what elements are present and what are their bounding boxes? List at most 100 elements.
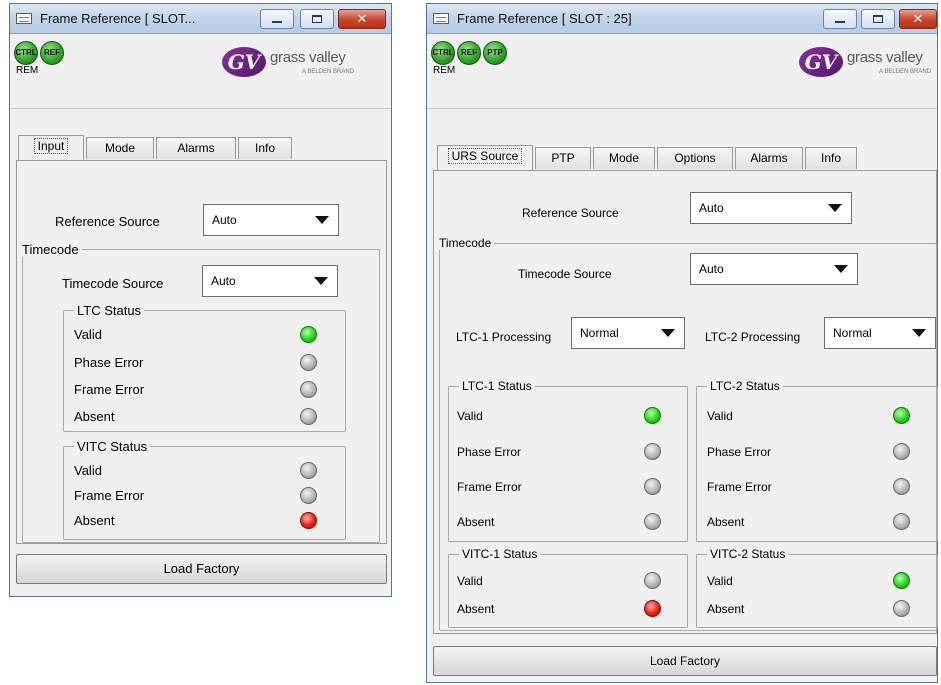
ltc-phase-error-led: [300, 354, 317, 371]
right-window: Frame Reference [ SLOT : 25] ✕ CTRL REF …: [426, 3, 938, 683]
minimize-button[interactable]: [823, 9, 857, 29]
ltc-frame-error-led: [300, 381, 317, 398]
chevron-down-icon: [912, 329, 926, 337]
vitc2-absent-label: Absent: [707, 602, 745, 616]
vitc1-absent-led: [644, 600, 661, 617]
grass-valley-logo: GV grass valley A BELDEN BRAND: [222, 45, 382, 79]
ltc1-frame-error-led: [644, 478, 661, 495]
tab-info[interactable]: Info: [238, 137, 292, 159]
ltc-frame-error-label: Frame Error: [74, 382, 145, 397]
reference-source-dropdown[interactable]: Auto: [690, 192, 852, 224]
tab-options[interactable]: Options: [657, 147, 733, 169]
ltc1-absent-led: [644, 513, 661, 530]
timecode-group: Timecode Timecode Source Auto LTC-1 Proc…: [436, 236, 938, 631]
timecode-source-dropdown[interactable]: Auto: [202, 265, 338, 297]
vitc1-status-group: VITC-1 Status Valid Absent: [448, 547, 688, 628]
vitc-frame-error-label: Frame Error: [74, 488, 145, 503]
ltc-absent-led: [300, 408, 317, 425]
ltc1-valid-led: [644, 407, 661, 424]
logo-name: grass valley: [270, 49, 346, 66]
window-icon: [433, 13, 449, 24]
tab-info[interactable]: Info: [805, 147, 857, 169]
maximize-button[interactable]: [861, 9, 895, 29]
ltc-status-group: LTC Status Valid Phase Error Frame Error…: [63, 303, 346, 432]
timecode-group-title: Timecode: [19, 242, 82, 257]
ref-badge: REF: [40, 41, 64, 65]
ctrl-badge: CTRL: [14, 41, 38, 65]
tab-mode[interactable]: Mode: [593, 147, 655, 169]
chevron-down-icon: [314, 277, 328, 285]
reference-source-label: Reference Source: [55, 214, 160, 229]
vitc-frame-error-led: [300, 487, 317, 504]
vitc-absent-led: [300, 512, 317, 529]
tab-alarms[interactable]: Alarms: [156, 137, 236, 159]
timecode-source-dropdown[interactable]: Auto: [690, 253, 858, 285]
ptp-badge: PTP: [483, 41, 507, 65]
ltc-absent-label: Absent: [74, 409, 115, 424]
close-button[interactable]: ✕: [899, 9, 937, 29]
vitc-status-group: VITC Status Valid Frame Error Absent: [63, 439, 346, 540]
ltc2-absent-label: Absent: [707, 515, 745, 529]
ltc2-frame-error-led: [893, 478, 910, 495]
ref-badge: REF: [457, 41, 481, 65]
logo-sub: A BELDEN BRAND: [879, 69, 932, 75]
left-titlebar[interactable]: Frame Reference [ SLOT... ✕: [10, 4, 391, 34]
ctrl-badge: CTRL: [431, 41, 455, 65]
timecode-group: Timecode Timecode Source Auto LTC Status…: [19, 242, 380, 543]
ltc2-processing-dropdown[interactable]: Normal: [824, 317, 936, 349]
left-window-title: Frame Reference [ SLOT...: [40, 11, 196, 26]
tab-urs-source[interactable]: URS Source: [437, 145, 533, 170]
chevron-down-icon: [315, 216, 329, 224]
tab-input[interactable]: Input: [18, 135, 84, 160]
vitc-absent-label: Absent: [74, 513, 115, 528]
right-status-ribbon: CTRL REF PTP REM GV grass valley A BELDE…: [427, 35, 937, 109]
vitc-status-title: VITC Status: [74, 439, 151, 454]
load-factory-button[interactable]: Load Factory: [433, 646, 937, 676]
ltc2-processing-label: LTC-2 Processing: [705, 330, 801, 344]
ltc-phase-error-label: Phase Error: [74, 355, 144, 370]
ltc-status-title: LTC Status: [74, 303, 145, 318]
left-window: Frame Reference [ SLOT... ✕ CTRL REF REM…: [9, 3, 392, 597]
vitc1-valid-led: [644, 572, 661, 589]
ltc1-phase-error-label: Phase Error: [457, 445, 522, 459]
reference-source-dropdown[interactable]: Auto: [203, 204, 339, 236]
reference-source-label: Reference Source: [522, 206, 619, 220]
window-icon: [16, 13, 32, 24]
gv-logo-icon: GV: [222, 47, 266, 77]
minimize-button[interactable]: [260, 9, 294, 29]
logo-sub: A BELDEN BRAND: [302, 69, 355, 75]
ltc2-absent-led: [893, 513, 910, 530]
logo-name: grass valley: [847, 49, 923, 66]
vitc1-absent-label: Absent: [457, 602, 495, 616]
grass-valley-logo: GV grass valley A BELDEN BRAND: [799, 45, 941, 79]
load-factory-button[interactable]: Load Factory: [16, 554, 387, 584]
vitc1-valid-label: Valid: [457, 574, 483, 588]
gv-logo-icon: GV: [799, 47, 843, 77]
tab-mode[interactable]: Mode: [86, 137, 154, 159]
ltc1-frame-error-label: Frame Error: [457, 480, 522, 494]
vitc-valid-label: Valid: [74, 463, 102, 478]
tab-alarms[interactable]: Alarms: [735, 147, 803, 169]
right-window-title: Frame Reference [ SLOT : 25]: [457, 11, 632, 26]
ltc1-valid-label: Valid: [457, 409, 483, 423]
ltc1-processing-dropdown[interactable]: Normal: [571, 317, 685, 349]
vitc1-status-title: VITC-1 Status: [459, 547, 541, 561]
right-titlebar[interactable]: Frame Reference [ SLOT : 25] ✕: [427, 4, 937, 34]
ltc2-valid-led: [893, 407, 910, 424]
rem-label: REM: [16, 65, 39, 76]
chevron-down-icon: [661, 329, 675, 337]
ltc1-processing-label: LTC-1 Processing: [456, 330, 552, 344]
ltc1-status-title: LTC-1 Status: [459, 379, 535, 393]
left-input-panel: Reference Source Auto Timecode Timecode …: [16, 160, 387, 544]
vitc-valid-led: [300, 462, 317, 479]
vitc2-status-group: VITC-2 Status Valid Absent: [696, 547, 938, 628]
vitc2-status-title: VITC-2 Status: [707, 547, 789, 561]
timecode-group-title: Timecode: [436, 236, 495, 250]
vitc2-valid-label: Valid: [707, 574, 733, 588]
ltc-valid-led: [300, 326, 317, 343]
vitc2-valid-led: [893, 572, 910, 589]
tab-ptp[interactable]: PTP: [535, 147, 591, 169]
timecode-source-label: Timecode Source: [518, 267, 612, 281]
maximize-button[interactable]: [300, 9, 334, 29]
close-button[interactable]: ✕: [338, 9, 386, 29]
